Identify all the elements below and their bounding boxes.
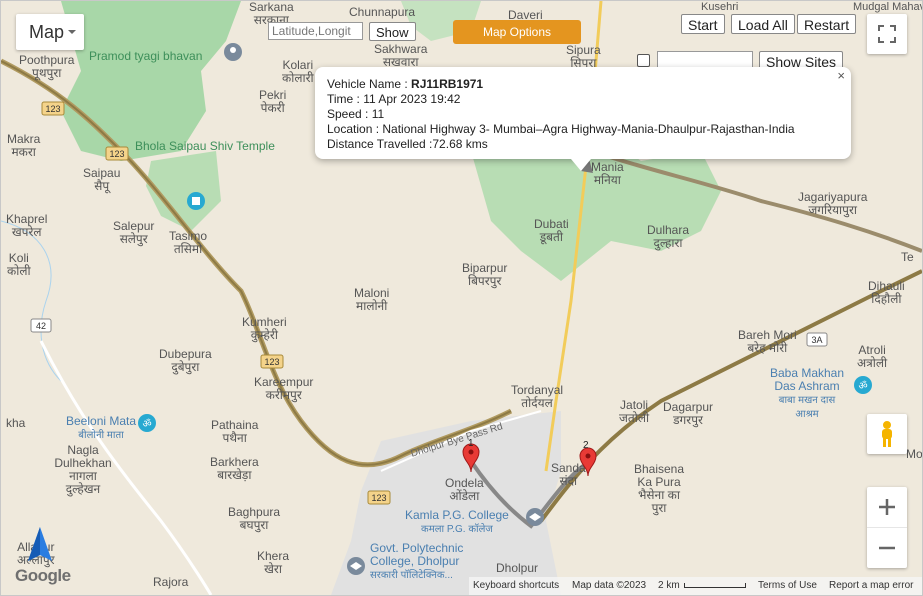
- speed-line: Speed : 11: [327, 107, 385, 121]
- zoom-in-button[interactable]: [867, 487, 907, 528]
- vehicle-name-line: Vehicle Name : RJ11RB1971: [327, 77, 484, 91]
- svg-text:123: 123: [264, 357, 279, 367]
- school-icon: [347, 557, 365, 575]
- svg-text:123: 123: [109, 149, 124, 159]
- map-marker-start[interactable]: 1: [461, 438, 481, 474]
- show-button[interactable]: Show: [369, 22, 416, 41]
- map-data-text: Map data ©2023: [572, 580, 647, 591]
- plus-icon: [879, 499, 895, 515]
- scale-label[interactable]: 2 km: [658, 580, 680, 591]
- keyboard-shortcuts-link[interactable]: Keyboard shortcuts: [473, 580, 559, 591]
- close-icon[interactable]: ×: [837, 68, 845, 83]
- zoom-control: [867, 487, 907, 568]
- map-type-dropdown[interactable]: Map: [16, 14, 84, 50]
- popup-tail: [571, 159, 591, 171]
- svg-text:ॐ: ॐ: [858, 380, 867, 392]
- caret-down-icon: [68, 30, 76, 34]
- google-logo: Google: [15, 566, 71, 585]
- distance-line: Distance Travelled :72.68 kms: [327, 137, 488, 151]
- fullscreen-icon: [878, 25, 896, 43]
- highway-shield: 42: [30, 318, 52, 333]
- om-icon: ॐ: [854, 376, 872, 394]
- school-icon: [526, 508, 544, 526]
- map-marker-end[interactable]: 2: [578, 440, 598, 478]
- highway-shield: 123: [367, 490, 391, 505]
- pegman-icon: [882, 421, 892, 447]
- vehicle-info-popup: Vehicle Name : RJ11RB1971 Time : 11 Apr …: [315, 67, 851, 171]
- highway-shield: 123: [41, 101, 65, 116]
- highway-shield: 123: [260, 354, 284, 369]
- highway-shield: 123: [105, 146, 129, 161]
- svg-text:3A: 3A: [811, 335, 822, 345]
- street-view-pegman[interactable]: [867, 414, 907, 454]
- svg-text:123: 123: [371, 493, 386, 503]
- show-sites-checkbox[interactable]: [637, 54, 650, 67]
- start-button[interactable]: Start: [681, 14, 725, 34]
- north-arrow-icon: [28, 527, 52, 561]
- zoom-out-button[interactable]: [867, 528, 907, 568]
- location-line: Location : National Highway 3- Mumbai–Ag…: [327, 122, 795, 136]
- scale-bar: [684, 583, 746, 588]
- restart-button[interactable]: Restart: [797, 14, 857, 34]
- map-container[interactable]: Sarkana सरकाना Chunnapura Daveri Poothpur…: [0, 0, 923, 596]
- highway-shield: 3A: [806, 332, 828, 347]
- svg-text:123: 123: [45, 104, 60, 114]
- place-pin-icon: [224, 43, 242, 61]
- svg-text:42: 42: [36, 321, 46, 331]
- report-error-link[interactable]: Report a map error: [829, 580, 913, 591]
- terms-link[interactable]: Terms of Use: [758, 580, 817, 591]
- time-line: Time : 11 Apr 2023 19:42: [327, 92, 461, 106]
- coordinates-input[interactable]: [268, 22, 363, 40]
- fullscreen-button[interactable]: [867, 14, 907, 54]
- svg-text:ॐ: ॐ: [142, 418, 151, 430]
- map-options-button[interactable]: Map Options: [453, 20, 581, 44]
- load-all-button[interactable]: Load All: [731, 14, 795, 34]
- temple-icon: [187, 192, 205, 210]
- om-icon: ॐ: [138, 414, 156, 432]
- minus-icon: [879, 546, 895, 550]
